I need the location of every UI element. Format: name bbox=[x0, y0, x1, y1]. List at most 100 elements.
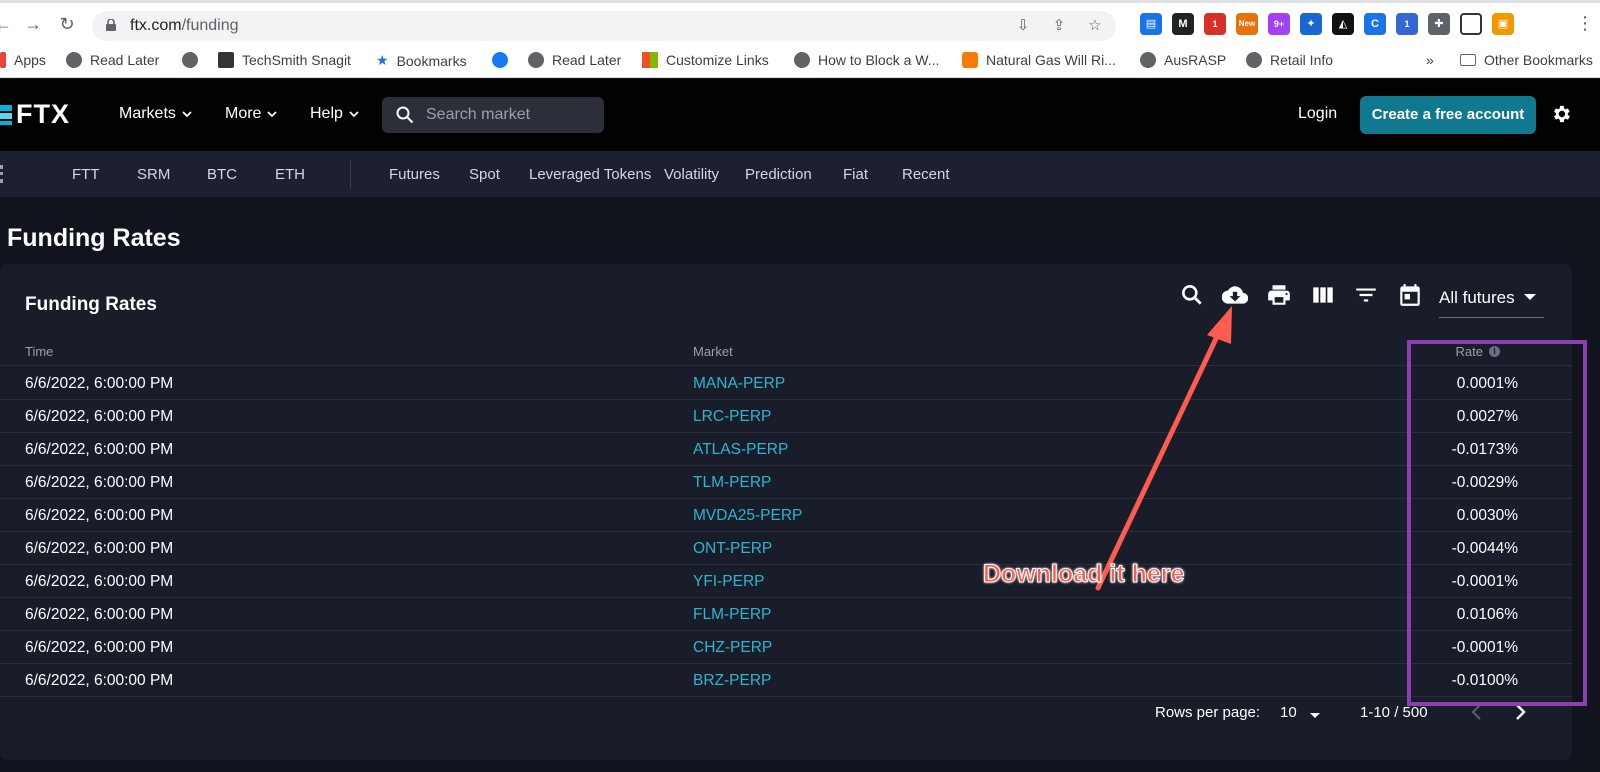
filter-icon[interactable] bbox=[1353, 282, 1379, 308]
print-icon[interactable] bbox=[1266, 282, 1292, 308]
kebab-menu-icon[interactable]: ⋮ bbox=[1576, 13, 1594, 34]
cell-time: 6/6/2022, 6:00:00 PM bbox=[25, 507, 174, 524]
search-market[interactable] bbox=[382, 97, 604, 133]
search-icon[interactable] bbox=[1179, 282, 1205, 308]
table-row: 6/6/2022, 6:00:00 PM TLM-PERP -0.0029% bbox=[0, 466, 1572, 499]
futures-filter-select[interactable]: All futures bbox=[1439, 288, 1544, 318]
chevron-down-icon bbox=[267, 111, 278, 117]
cell-market-link[interactable]: MANA-PERP bbox=[693, 375, 785, 393]
extension-icon[interactable]: C bbox=[1364, 13, 1386, 35]
card-title: Funding Rates bbox=[25, 294, 157, 315]
subnav-spot[interactable]: Spot bbox=[469, 166, 500, 183]
install-icon[interactable]: ⇩ bbox=[1012, 15, 1034, 37]
create-account-button[interactable]: Create a free account bbox=[1360, 96, 1536, 134]
cell-market-link[interactable]: ATLAS-PERP bbox=[693, 441, 788, 459]
bookmark-how-to-block[interactable]: How to Block a W... bbox=[794, 52, 939, 68]
share-icon[interactable]: ⇪ bbox=[1048, 15, 1070, 37]
table-row: 6/6/2022, 6:00:00 PM LRC-PERP 0.0027% bbox=[0, 400, 1572, 433]
puzzle-icon[interactable]: ✚ bbox=[1428, 13, 1450, 35]
search-input[interactable] bbox=[426, 105, 596, 125]
cell-market-link[interactable]: FLM-PERP bbox=[693, 606, 771, 624]
bookmarks-overflow[interactable]: » bbox=[1426, 52, 1434, 68]
subnav-leveraged-tokens[interactable]: Leveraged Tokens bbox=[529, 166, 651, 183]
bookmark-bookmarks[interactable]: ★ Bookmarks bbox=[376, 52, 467, 69]
subnav-volatility[interactable]: Volatility bbox=[664, 166, 719, 183]
extension-icon[interactable]: ◭ bbox=[1332, 13, 1354, 35]
subnav-ftt[interactable]: FTT bbox=[72, 166, 100, 183]
globe-icon bbox=[794, 52, 810, 68]
gear-icon[interactable] bbox=[1550, 103, 1572, 125]
subnav-eth[interactable]: ETH bbox=[275, 166, 305, 183]
cell-market-link[interactable]: ONT-PERP bbox=[693, 540, 772, 558]
snagit-icon bbox=[218, 52, 234, 68]
nav-more[interactable]: More bbox=[225, 105, 278, 123]
cell-market-link[interactable]: MVDA25-PERP bbox=[693, 507, 802, 525]
bookmark-read-later-2[interactable]: Read Later bbox=[528, 52, 621, 68]
caret-down-icon[interactable] bbox=[1310, 713, 1320, 718]
nav-markets[interactable]: Markets bbox=[119, 105, 192, 123]
subnav-fiat[interactable]: Fiat bbox=[843, 166, 868, 183]
cell-time: 6/6/2022, 6:00:00 PM bbox=[25, 375, 174, 392]
columns-icon[interactable] bbox=[1310, 282, 1336, 308]
profile-icon[interactable]: ▣ bbox=[1492, 13, 1514, 35]
extension-badge-icon[interactable]: New bbox=[1236, 13, 1258, 35]
subnav-recent[interactable]: Recent bbox=[902, 166, 950, 183]
chevron-down-icon bbox=[182, 111, 192, 117]
cell-time: 6/6/2022, 6:00:00 PM bbox=[25, 408, 174, 425]
cell-time: 6/6/2022, 6:00:00 PM bbox=[25, 606, 174, 623]
subnav-btc[interactable]: BTC bbox=[207, 166, 237, 183]
annotation-label: Download it here bbox=[982, 560, 1185, 589]
cloud-download-icon[interactable] bbox=[1222, 282, 1248, 308]
cell-market-link[interactable]: YFI-PERP bbox=[693, 573, 764, 591]
bookmark-ausrasp[interactable]: AusRASP bbox=[1140, 52, 1226, 68]
bookmark-apps[interactable]: Apps bbox=[0, 52, 46, 68]
column-time[interactable]: Time bbox=[25, 344, 53, 359]
reload-icon[interactable]: ↻ bbox=[56, 13, 78, 35]
subnav-futures[interactable]: Futures bbox=[389, 166, 440, 183]
bookmark-retail-info[interactable]: Retail Info bbox=[1246, 52, 1333, 68]
extensions-bar: ▤ M 1 New 9+ ✦ ◭ C 1 ✚ ▣ bbox=[1140, 13, 1514, 35]
microsoft-icon bbox=[642, 52, 658, 68]
rows-per-page-label: Rows per page: bbox=[1155, 704, 1261, 721]
extension-badge-icon[interactable]: 9+ bbox=[1268, 13, 1290, 35]
extension-badge-icon[interactable]: 1 bbox=[1396, 13, 1418, 35]
bookmark-natural-gas[interactable]: Natural Gas Will Ri... bbox=[962, 52, 1116, 68]
bookmark-other[interactable]: Other Bookmarks bbox=[1460, 52, 1593, 68]
bookmark-customize-links[interactable]: Customize Links bbox=[642, 52, 769, 68]
nav-help[interactable]: Help bbox=[310, 105, 359, 123]
alpha-icon bbox=[962, 52, 978, 68]
bookmark-facebook[interactable] bbox=[492, 52, 508, 68]
sidepanel-icon[interactable] bbox=[1460, 13, 1482, 35]
cell-time: 6/6/2022, 6:00:00 PM bbox=[25, 639, 174, 656]
cell-market-link[interactable]: CHZ-PERP bbox=[693, 639, 772, 657]
back-icon[interactable]: ← bbox=[0, 13, 14, 35]
caret-down-icon bbox=[1524, 294, 1536, 300]
rows-per-page-select[interactable]: 10 bbox=[1280, 704, 1297, 721]
table-row: 6/6/2022, 6:00:00 PM ATLAS-PERP -0.0173% bbox=[0, 433, 1572, 466]
extension-badge-icon[interactable]: 1 bbox=[1204, 13, 1226, 35]
forward-icon[interactable]: → bbox=[22, 13, 44, 35]
bookmark-techsmith[interactable]: TechSmith Snagit bbox=[218, 52, 351, 68]
drag-handle-icon[interactable] bbox=[0, 165, 3, 183]
extension-icon[interactable]: ✦ bbox=[1300, 13, 1322, 35]
bookmark-blank[interactable] bbox=[182, 52, 198, 68]
star-icon[interactable]: ☆ bbox=[1084, 15, 1106, 37]
bookmark-read-later[interactable]: Read Later bbox=[66, 52, 159, 68]
cell-market-link[interactable]: TLM-PERP bbox=[693, 474, 771, 492]
globe-icon bbox=[1140, 52, 1156, 68]
globe-icon bbox=[1246, 52, 1262, 68]
cell-market-link[interactable]: LRC-PERP bbox=[693, 408, 771, 426]
calendar-icon[interactable] bbox=[1397, 282, 1423, 308]
address-bar[interactable]: ftx.com/funding ⇩ ⇪ ☆ bbox=[92, 11, 1116, 41]
extension-icon[interactable]: ▤ bbox=[1140, 13, 1162, 35]
url-text: ftx.com/funding bbox=[130, 17, 239, 34]
table-row: 6/6/2022, 6:00:00 PM MANA-PERP 0.0001% bbox=[0, 367, 1572, 400]
extension-icon[interactable]: M bbox=[1172, 13, 1194, 35]
ftx-logo[interactable]: FTX bbox=[0, 99, 70, 130]
facebook-icon bbox=[492, 52, 508, 68]
login-link[interactable]: Login bbox=[1298, 105, 1337, 123]
subnav-srm[interactable]: SRM bbox=[137, 166, 170, 183]
subnav-prediction[interactable]: Prediction bbox=[745, 166, 812, 183]
cell-market-link[interactable]: BRZ-PERP bbox=[693, 672, 771, 690]
column-market[interactable]: Market bbox=[693, 344, 733, 359]
